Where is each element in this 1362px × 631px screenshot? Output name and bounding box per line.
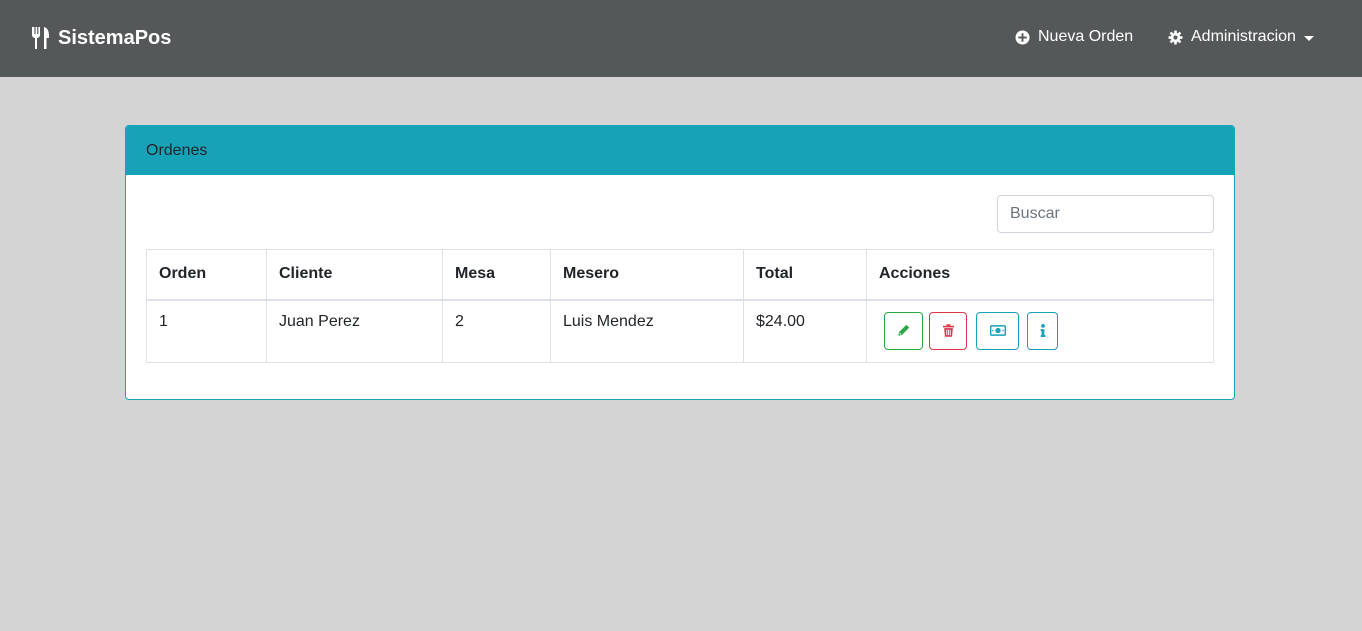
column-header-mesero: Mesero xyxy=(550,249,744,301)
brand-label: SistemaPos xyxy=(58,26,172,49)
cell-actions xyxy=(866,299,1214,363)
cell-orden: 1 xyxy=(146,299,267,363)
column-header-total: Total xyxy=(743,249,867,301)
column-header-mesa: Mesa xyxy=(442,249,551,301)
plus-circle-icon xyxy=(1015,29,1030,45)
orders-table: Orden Cliente Mesa Mesero Total Acciones… xyxy=(146,249,1214,363)
gear-icon xyxy=(1168,29,1183,45)
pay-button[interactable] xyxy=(976,311,1019,350)
column-header-orden: Orden xyxy=(146,249,267,301)
utensils-icon xyxy=(32,27,49,49)
navbar: SistemaPos Nueva Orden Administracion xyxy=(0,0,1362,77)
card-title: Ordenes xyxy=(126,126,1234,175)
info-button[interactable] xyxy=(1027,311,1058,350)
new-order-link[interactable]: Nueva Orden xyxy=(1015,26,1133,48)
new-order-label: Nueva Orden xyxy=(1038,28,1134,45)
cell-total: $24.00 xyxy=(743,299,867,363)
orders-card: Ordenes Orden Cliente Mesa Mesero Total … xyxy=(125,125,1235,400)
column-header-cliente: Cliente xyxy=(266,249,443,301)
cell-cliente: Juan Perez xyxy=(266,299,443,363)
chevron-down-icon xyxy=(1303,35,1314,41)
admin-dropdown[interactable]: Administracion xyxy=(1168,26,1314,48)
trash-icon xyxy=(942,324,954,337)
brand-link[interactable]: SistemaPos xyxy=(30,22,171,54)
admin-label: Administracion xyxy=(1191,28,1296,45)
cell-mesa: 2 xyxy=(442,299,551,363)
edit-button[interactable] xyxy=(884,311,923,350)
money-icon xyxy=(989,325,1006,336)
edit-icon xyxy=(898,324,910,336)
table-row: 1 Juan Perez 2 Luis Mendez $24.00 xyxy=(146,299,1214,363)
column-header-acciones: Acciones xyxy=(866,249,1214,301)
table-header-row: Orden Cliente Mesa Mesero Total Acciones xyxy=(146,249,1214,301)
delete-button[interactable] xyxy=(929,311,967,350)
cell-mesero: Luis Mendez xyxy=(550,299,744,363)
search-input[interactable] xyxy=(997,195,1214,233)
info-icon xyxy=(1040,324,1045,337)
